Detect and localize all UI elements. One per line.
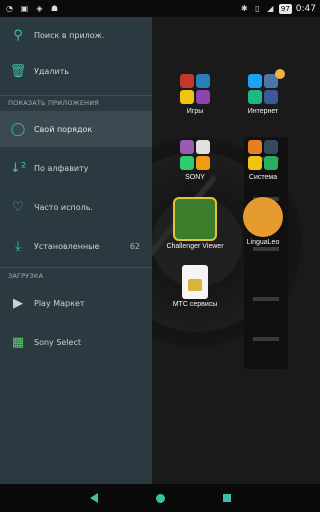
section-download: ЗАГРУЗКА [8, 272, 44, 280]
play-market-item[interactable]: ▶ Play Маркет [0, 285, 152, 321]
wifi-icon: ◔ [6, 4, 13, 13]
installed-count: 62 [129, 241, 140, 251]
sort-frequent-item[interactable]: ♡ Часто исполь. [0, 189, 152, 225]
section-show-apps: ПОКАЗАТЬ ПРИЛОЖЕНИЯ [8, 99, 100, 107]
play-market-label: Play Маркет [34, 298, 85, 308]
app-challenger-viewer[interactable]: Challenger Viewer [160, 197, 230, 250]
folder-internet[interactable]: Интернет [231, 69, 295, 115]
heart-icon: ♡ [12, 199, 24, 215]
android-icon: ☗ [50, 4, 59, 13]
battery-indicator: 97 [278, 3, 292, 14]
app-lingualeo[interactable]: LinguaLeo [231, 197, 295, 246]
divider [0, 267, 152, 268]
sony-select-label: Sony Select [34, 337, 81, 347]
sort-alphabetical-item[interactable]: ↓² По алфавиту [0, 150, 152, 186]
folder-games[interactable]: Игры [163, 73, 227, 115]
clock: 0:47 [295, 3, 316, 14]
sim-card-icon [182, 265, 208, 299]
system-folder-icon [247, 139, 279, 171]
signal-icon: ◢ [267, 4, 274, 13]
app-drawer-panel: ⚲ Поиск в прилож. 🗑 Удалить ПОКАЗАТЬ ПРИ… [0, 17, 152, 484]
search-apps-item[interactable]: ⚲ Поиск в прилож. [0, 17, 152, 53]
uninstall-label: Удалить [34, 66, 69, 76]
divider [0, 95, 152, 96]
folder-system[interactable]: Система [231, 139, 295, 181]
sort-alpha-icon: ↓² [9, 160, 27, 176]
navigation-bar [0, 484, 320, 512]
screenshot-icon: ◈ [36, 4, 43, 13]
search-apps-label: Поиск в прилож. [34, 30, 105, 40]
sony-select-item[interactable]: ▦ Sony Select [0, 324, 152, 360]
app-label: Система [248, 174, 278, 181]
sort-own-order-item[interactable]: ◯ Свой порядок [0, 111, 152, 147]
folder-sony[interactable]: SONY [163, 139, 227, 181]
installed-item[interactable]: ⤓ Установленные 62 [0, 228, 152, 264]
download-icon: ⤓ [15, 238, 21, 254]
app-label: Игры [186, 108, 204, 115]
play-store-icon: ▶ [13, 295, 23, 311]
status-bar: ◔ ▣ ◈ ☗ ✱ ▯ ◢ 97 0:47 [0, 0, 320, 17]
person-icon: ◯ [10, 121, 26, 137]
installed-label: Установленные [34, 241, 100, 251]
lingualeo-icon [243, 197, 283, 237]
trash-icon: 🗑 [9, 63, 27, 79]
internet-folder-icon [247, 73, 279, 105]
sort-own-label: Свой порядок [34, 124, 93, 134]
app-label: Challenger Viewer [166, 243, 224, 250]
app-label: Интернет [247, 108, 279, 115]
app-mts-services[interactable]: МТС сервисы [163, 265, 227, 308]
home-icon[interactable] [155, 493, 165, 503]
uninstall-item[interactable]: 🗑 Удалить [0, 53, 152, 89]
home-screen: Игры Интернет SONY Система Challenger Vi… [152, 17, 320, 484]
sony-folder-icon [179, 139, 211, 171]
sort-alpha-label: По алфавиту [34, 163, 89, 173]
app-label: LinguaLeo [246, 239, 280, 246]
bluetooth-icon: ✱ [241, 4, 248, 13]
app-label: SONY [185, 174, 205, 181]
vibrate-icon: ▯ [255, 4, 260, 13]
search-icon: ⚲ [13, 27, 23, 43]
sony-select-icon: ▦ [11, 334, 25, 350]
back-icon[interactable] [89, 493, 98, 503]
image-icon: ▣ [20, 4, 29, 13]
games-folder-icon [179, 73, 211, 105]
app-label: МТС сервисы [172, 301, 218, 308]
recent-apps-icon[interactable] [222, 494, 231, 502]
challenger-viewer-icon [173, 197, 217, 241]
sort-frequent-label: Часто исполь. [34, 202, 93, 212]
notification-badge [275, 69, 285, 79]
